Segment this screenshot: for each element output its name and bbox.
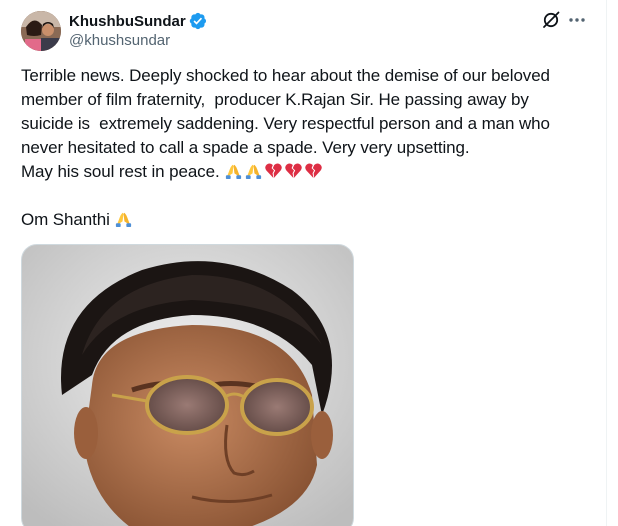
post-photo[interactable] [21,244,354,526]
post-line-3: suicide is extremely saddening. Very res… [21,114,550,133]
tweet-card: KhushbuSundar @khushsundar Terrible news… [0,0,618,526]
folded-hands-icon [224,161,243,180]
user-handle[interactable]: @khushsundar [69,32,170,49]
broken-heart-icon [304,161,323,180]
name-row: KhushbuSundar [69,11,207,31]
broken-heart-icon [264,161,283,180]
more-dots-icon[interactable] [566,9,588,31]
grok-icon[interactable] [540,9,562,31]
post-line-1: Terrible news. Deeply shocked to hear ab… [21,66,550,85]
avatar[interactable] [21,11,61,51]
post-line-4: never hesitated to call a spade a spade.… [21,138,470,157]
folded-hands-icon [114,209,133,228]
display-name[interactable]: KhushbuSundar [69,13,186,30]
broken-heart-icon [284,161,303,180]
timeline-divider [606,0,607,526]
post-line-5: May his soul rest in peace. [21,162,220,181]
verified-badge-icon[interactable] [189,12,207,30]
post-line-2: member of film fraternity, producer K.Ra… [21,90,529,109]
closing-text: Om Shanthi [21,210,110,229]
post-text: Terrible news. Deeply shocked to hear ab… [21,64,581,232]
folded-hands-icon [244,161,263,180]
